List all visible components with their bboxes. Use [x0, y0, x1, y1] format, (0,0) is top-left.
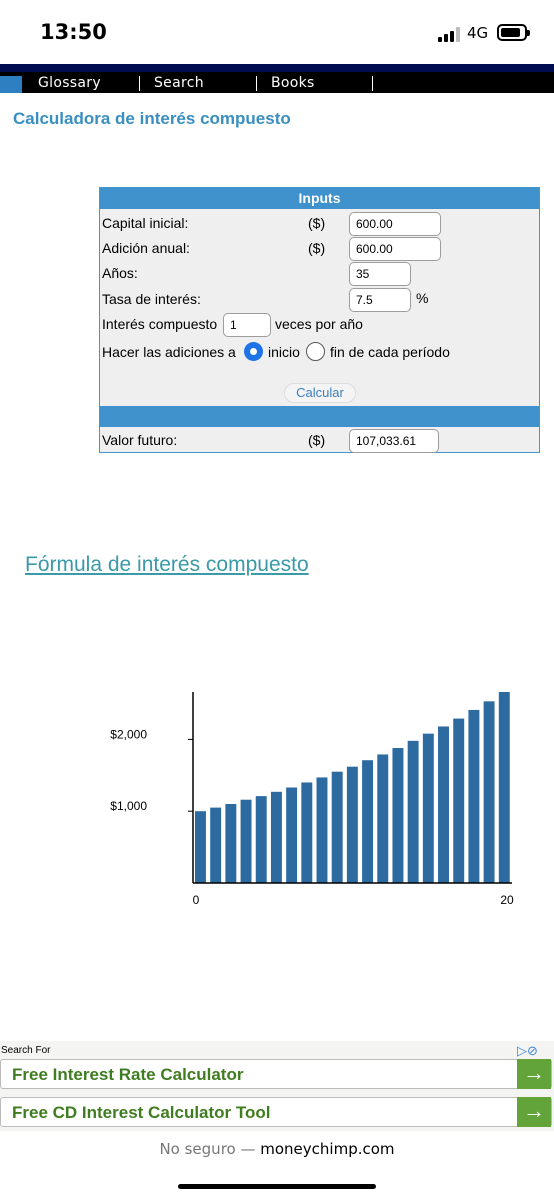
- chart-bar: [377, 754, 389, 883]
- chart-bar: [422, 733, 434, 883]
- addition-input[interactable]: 600.00: [349, 237, 441, 261]
- chart-bar: [438, 726, 449, 883]
- ad-search-for: Search For: [1, 1045, 51, 1056]
- compound-suffix: veces por año: [275, 316, 363, 332]
- chart-bar: [195, 811, 206, 883]
- years-label: Años:: [102, 265, 138, 281]
- future-value-output: 107,033.61: [349, 429, 439, 453]
- chart-bar: [346, 766, 358, 883]
- years-input[interactable]: 35: [349, 262, 411, 286]
- chart-bar: [301, 782, 313, 883]
- addition-label: Adición anual:: [102, 240, 190, 256]
- y-tick-label: $2,000: [110, 727, 147, 741]
- nav-divider: [256, 76, 257, 91]
- chart-bar: [255, 796, 267, 883]
- arrow-right-icon[interactable]: →: [517, 1097, 551, 1127]
- chart-bar: [407, 740, 419, 883]
- radio-start-label: inicio: [268, 344, 300, 360]
- rate-label: Tasa de interés:: [102, 291, 201, 307]
- battery-icon: [497, 24, 530, 41]
- nav-accent: [0, 76, 22, 93]
- growth-bar-chart: $1,000 $2,000 0 20: [110, 692, 514, 907]
- chart-bar: [392, 748, 404, 883]
- capital-input[interactable]: 600.00: [349, 212, 441, 236]
- x-tick-label: 20: [500, 893, 514, 907]
- chart-bar: [362, 760, 374, 883]
- capital-label: Capital inicial:: [102, 215, 189, 231]
- chart-bar: [468, 709, 480, 883]
- nav-search[interactable]: Search: [154, 74, 204, 93]
- network-type: 4G: [467, 24, 489, 42]
- url-bar[interactable]: No seguro — moneychimp.com: [0, 1140, 554, 1176]
- nav-divider: [372, 76, 373, 91]
- chart-bar: [270, 791, 282, 883]
- calculator-header: Inputs: [100, 188, 539, 209]
- status-time: 13:50: [40, 20, 107, 44]
- nav-divider: [139, 76, 140, 91]
- y-tick-label: $1,000: [110, 799, 147, 813]
- ad-link-interest-rate[interactable]: Free Interest Rate Calculator →: [0, 1059, 552, 1089]
- x-tick-label: 0: [193, 893, 200, 907]
- chart-bar: [453, 718, 465, 883]
- url-domain: moneychimp.com: [260, 1140, 395, 1158]
- chart-bar: [240, 799, 252, 883]
- rate-percent: %: [416, 290, 429, 306]
- chart-bar: [210, 807, 222, 883]
- chart-bar: [316, 777, 328, 883]
- site-nav: Glossary Search Books: [0, 72, 554, 93]
- formula-link[interactable]: Fórmula de interés compuesto: [25, 553, 309, 577]
- capital-unit: ($): [308, 215, 326, 231]
- radio-end-label: fin de cada período: [330, 344, 450, 360]
- chart-bar: [286, 787, 298, 883]
- chart-bar: [225, 804, 237, 883]
- page-title: Calculadora de interés compuesto: [13, 109, 291, 128]
- future-value-unit: ($): [308, 432, 326, 448]
- calculator-divider: [100, 406, 539, 427]
- calculator-form: Inputs Capital inicial: ($) 600.00 Adici…: [99, 187, 540, 453]
- ad-choices-icon[interactable]: ▷⊘: [517, 1043, 538, 1059]
- ad-link-text: Free Interest Rate Calculator: [12, 1065, 244, 1084]
- home-indicator: [178, 1184, 376, 1189]
- radio-start[interactable]: [244, 342, 263, 361]
- nav-top-strip: [0, 64, 554, 72]
- ad-link-cd-calculator[interactable]: Free CD Interest Calculator Tool →: [0, 1097, 552, 1127]
- future-value-label: Valor futuro:: [102, 432, 178, 448]
- status-bar: 13:50 4G: [0, 0, 554, 64]
- addition-unit: ($): [308, 240, 326, 256]
- chart-bar: [483, 701, 495, 883]
- chart-bar: [331, 771, 343, 883]
- radio-end[interactable]: [306, 342, 325, 361]
- timing-label: Hacer las adiciones a: [102, 344, 236, 360]
- arrow-right-icon[interactable]: →: [517, 1059, 551, 1089]
- calculate-button[interactable]: Calcular: [284, 383, 356, 403]
- insecure-label: No seguro —: [159, 1140, 256, 1158]
- ad-panel: Search For ▷⊘ Free Interest Rate Calcula…: [0, 1041, 554, 1131]
- compound-label: Interés compuesto: [102, 316, 218, 332]
- rate-input[interactable]: 7.5: [349, 288, 411, 312]
- ad-link-text: Free CD Interest Calculator Tool: [12, 1103, 271, 1122]
- compound-frequency-input[interactable]: 1: [223, 313, 271, 337]
- chart-bar: [498, 692, 510, 883]
- nav-books[interactable]: Books: [271, 74, 315, 93]
- signal-icon: [438, 26, 462, 42]
- nav-glossary[interactable]: Glossary: [38, 74, 101, 93]
